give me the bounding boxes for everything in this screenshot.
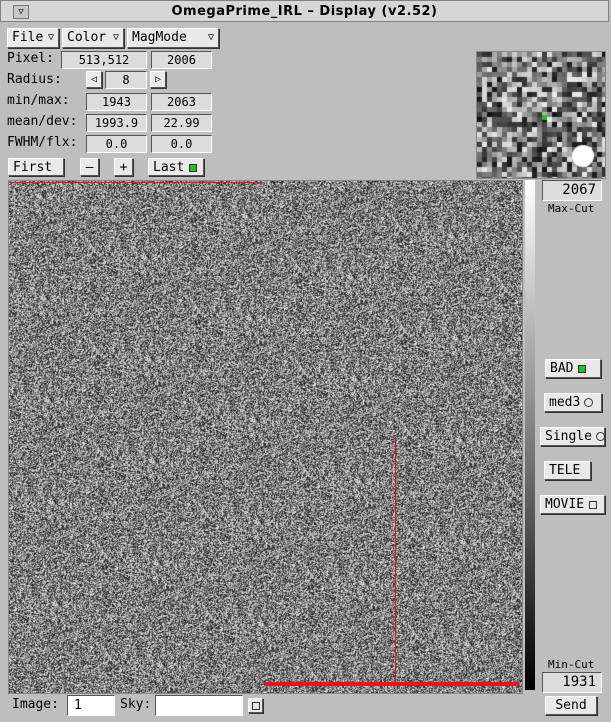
pixel-value-field: 2006 — [151, 51, 212, 69]
sky-input[interactable] — [155, 695, 243, 716]
radius-decrease-button[interactable]: ◁ — [86, 71, 102, 88]
movie-button-label: MOVIE — [545, 497, 585, 512]
color-menu[interactable]: Color ▽ — [62, 28, 124, 48]
max-cut-field[interactable]: 2067 — [542, 180, 602, 201]
minus-button[interactable]: – — [80, 158, 99, 176]
indicator-icon — [578, 364, 587, 373]
max-cut-label: Max-Cut — [548, 202, 595, 215]
marker-line-vertical — [395, 437, 396, 683]
max-field: 2063 — [151, 93, 212, 111]
file-menu-label: File — [12, 30, 44, 45]
indicator-icon — [589, 500, 598, 509]
indicator-icon — [252, 702, 260, 710]
pixel-coords-field: 513,512 — [61, 51, 147, 69]
radius-label: Radius: — [7, 72, 62, 87]
pixel-label: Pixel: — [7, 51, 54, 66]
zoom-thumbnail[interactable] — [476, 51, 606, 179]
med3-button[interactable]: med3 — [544, 393, 602, 412]
radius-field: 8 — [105, 71, 147, 89]
med3-button-label: med3 — [549, 395, 581, 410]
minmax-label: min/max: — [7, 93, 70, 108]
first-button-label: First — [13, 160, 53, 175]
bad-button-label: BAD — [550, 361, 574, 376]
dev-field: 22.99 — [151, 114, 212, 132]
title-bar: ▽ OmegaPrime_IRL – Display (v2.52) — [0, 0, 609, 22]
min-cut-field[interactable]: 1931 — [542, 672, 602, 693]
sky-toggle-button[interactable] — [248, 698, 263, 713]
mean-field: 1993.9 — [86, 114, 147, 132]
file-menu[interactable]: File ▽ — [7, 28, 59, 48]
magmode-menu[interactable]: MagMode ▽ — [127, 28, 219, 48]
min-field: 1943 — [86, 93, 147, 111]
single-button[interactable]: Single — [540, 427, 605, 446]
send-button[interactable]: Send — [545, 696, 597, 715]
magmode-menu-label: MagMode — [132, 30, 187, 45]
meandev-label: mean/dev: — [7, 114, 78, 129]
window-title: OmegaPrime_IRL – Display (v2.52) — [171, 4, 438, 19]
last-button[interactable]: Last — [148, 158, 204, 176]
min-cut-label: Min-Cut — [548, 658, 595, 671]
bad-button[interactable]: BAD — [545, 359, 601, 378]
radio-icon — [595, 432, 605, 441]
sky-label: Sky: — [120, 697, 152, 712]
fwhm-label: FWHM/flx: — [7, 135, 78, 150]
chevron-down-icon: ▽ — [47, 32, 54, 43]
last-button-label: Last — [153, 160, 185, 175]
marker-line-bottom — [265, 682, 519, 686]
tele-button-label: TELE — [549, 463, 581, 478]
chevron-down-icon: ▽ — [207, 32, 214, 43]
movie-button[interactable]: MOVIE — [540, 495, 605, 514]
triangle-left-icon: ◁ — [90, 74, 98, 85]
marker-line-top — [9, 182, 263, 183]
image-label: Image: — [12, 697, 59, 712]
single-button-label: Single — [545, 429, 592, 444]
chevron-down-icon: ▽ — [112, 32, 119, 43]
radio-icon — [584, 398, 594, 407]
image-input[interactable]: 1 — [67, 695, 115, 716]
radius-increase-button[interactable]: ▷ — [150, 71, 166, 88]
plus-icon: + — [119, 160, 128, 175]
colorbar — [525, 180, 535, 690]
send-button-label: Send — [555, 698, 587, 713]
fwhm-field: 0.0 — [86, 135, 147, 153]
minus-icon: – — [85, 160, 94, 175]
image-display[interactable] — [8, 180, 523, 694]
plus-button[interactable]: + — [114, 158, 133, 176]
flx-field: 0.0 — [151, 135, 212, 153]
tele-button[interactable]: TELE — [544, 461, 591, 480]
indicator-icon — [189, 163, 198, 172]
first-button[interactable]: First — [8, 158, 64, 176]
color-menu-label: Color — [67, 30, 107, 45]
triangle-right-icon: ▷ — [154, 74, 162, 85]
